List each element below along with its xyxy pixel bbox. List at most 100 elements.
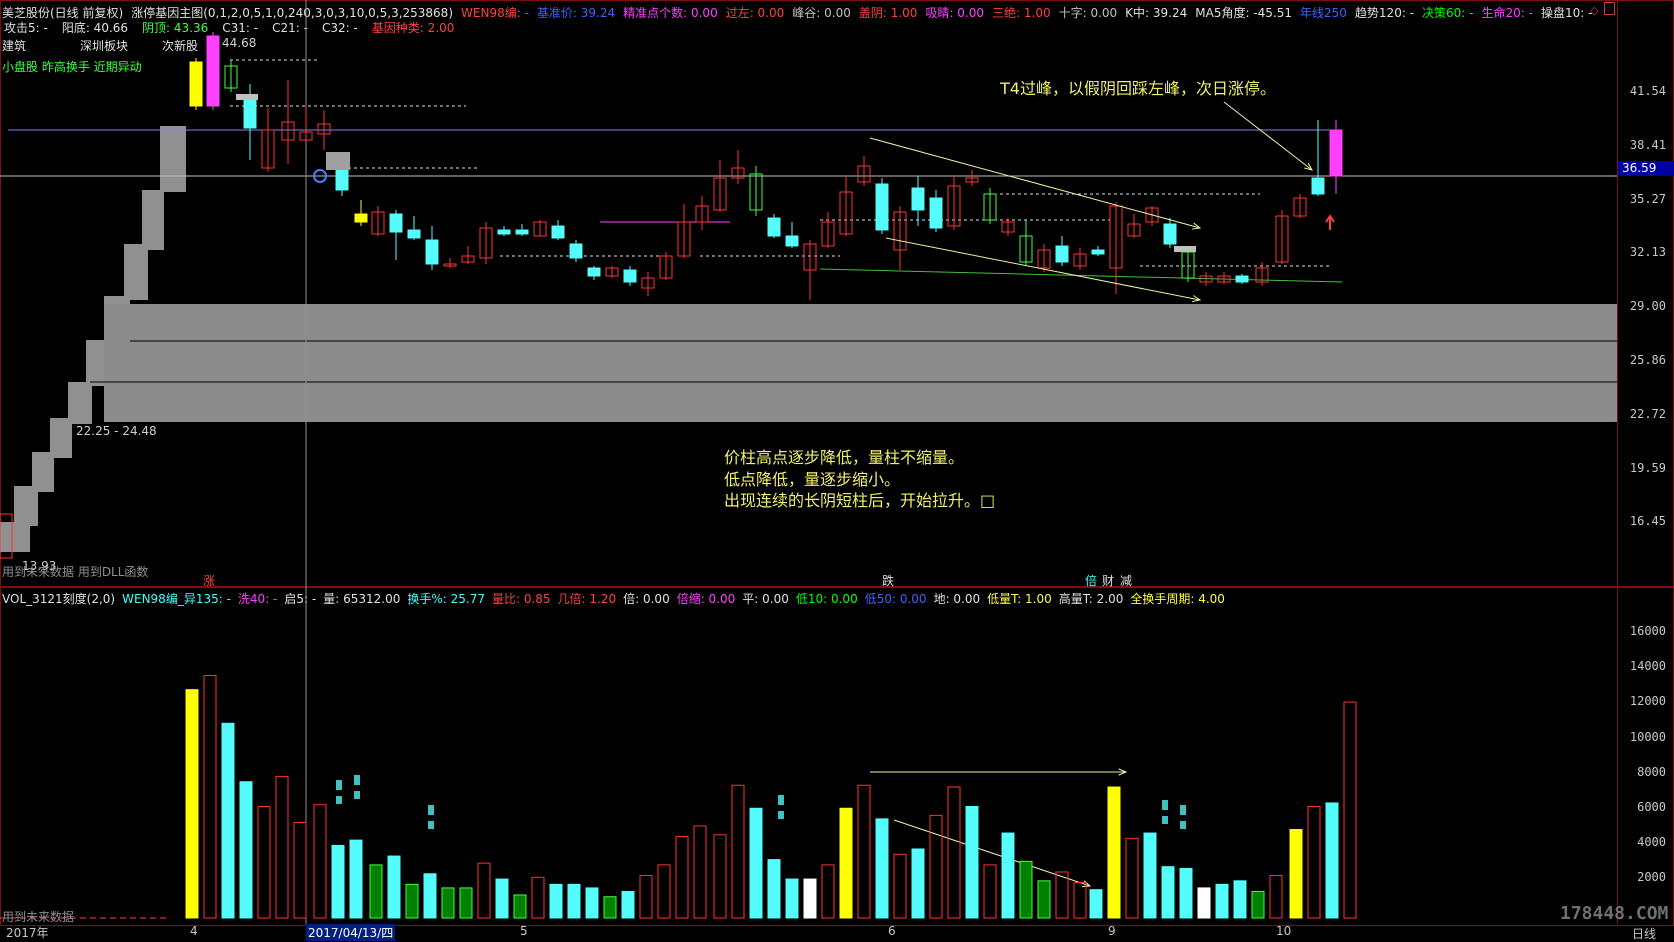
volume-tick: 16000 — [1629, 624, 1666, 638]
volume-bar — [731, 784, 745, 919]
volume-bar — [203, 675, 217, 919]
header-field: 几倍: 1.20 — [557, 592, 617, 606]
volume-tick: 14000 — [1629, 659, 1666, 674]
date-tick: 9 — [1108, 924, 1116, 938]
watermark: 178448.COM — [1560, 903, 1669, 924]
candle — [206, 35, 220, 107]
volume-bar — [513, 894, 527, 919]
candle — [243, 95, 257, 129]
volume-bar — [313, 804, 327, 919]
volume-bar — [621, 890, 635, 919]
signal-mark — [1180, 805, 1186, 815]
header-field: VOL_3121刻度(2,0) — [2, 592, 116, 606]
volume-bar — [1107, 786, 1121, 919]
signal-mark — [1162, 816, 1168, 824]
chip-block — [0, 522, 30, 552]
candle — [515, 229, 529, 235]
volume-bar — [657, 864, 671, 919]
volume-bar — [1289, 829, 1303, 919]
note-line-2: 低点降低，量逐步缩小。 — [724, 470, 901, 489]
volume-bar — [495, 878, 509, 919]
candle — [569, 243, 583, 259]
candle — [326, 152, 350, 170]
low-trend-arrow — [885, 237, 1201, 301]
volume-bar — [585, 887, 599, 919]
chip-block — [124, 244, 148, 300]
volume-bar — [293, 821, 307, 919]
volume-bar — [965, 805, 979, 919]
volume-bar — [405, 883, 419, 919]
volume-bar — [185, 689, 199, 919]
header-field: WEN98编_异135: - — [122, 592, 231, 606]
volume-bar — [839, 807, 853, 919]
volume-bar — [875, 818, 889, 919]
header-field: 量比: 0.85 — [491, 592, 551, 606]
double-marker: 倍 — [1085, 574, 1098, 588]
volume-bar — [947, 786, 961, 919]
signal-mark — [354, 791, 360, 799]
volume-future-note: 用到未来数据 — [2, 910, 75, 924]
volume-bar — [387, 855, 401, 919]
peak-price-label: 44.68 — [222, 36, 257, 50]
volume-bar — [1089, 889, 1103, 919]
header-field: 洗40: - — [237, 592, 278, 606]
current-price-badge: 36.59 — [1618, 161, 1674, 176]
volume-bar — [369, 864, 383, 919]
volume-bar — [1073, 882, 1087, 919]
candle — [1329, 129, 1343, 177]
price-tick: 29.00 — [1629, 299, 1666, 314]
volume-bar — [221, 722, 235, 919]
header-field: 低50: 0.00 — [864, 592, 927, 606]
volume-bar — [911, 848, 925, 919]
header-field: 量: 65312.00 — [323, 592, 401, 606]
header-field: 全换手周期: 4.00 — [1130, 592, 1225, 606]
volume-bar — [639, 875, 653, 919]
candle — [875, 183, 889, 231]
volume-tick: 4000 — [1637, 835, 1666, 850]
note-line-1: 价柱高点逐步降低，量柱不缩量。 — [724, 448, 965, 467]
support-line — [819, 268, 1343, 283]
chip-block — [160, 126, 186, 192]
volume-bar — [893, 853, 907, 919]
volume-bar — [1343, 701, 1357, 919]
candle — [911, 187, 925, 211]
price-tick: 35.27 — [1629, 191, 1666, 206]
candle — [407, 229, 421, 239]
candle — [587, 267, 601, 277]
header-field: 低量T: 1.00 — [987, 592, 1052, 606]
volume-header: VOL_3121刻度(2,0) WEN98编_异135: - 洗40: - 启5: -… — [2, 590, 1232, 607]
volume-tick: 2000 — [1637, 870, 1666, 885]
note-line-3: 出现连续的长阴短柱后，开始拉升。□ — [724, 491, 996, 510]
candle — [389, 213, 403, 233]
volume-bar — [1161, 866, 1175, 919]
volume-bar — [459, 887, 473, 919]
volume-bar — [929, 814, 943, 919]
volume-bar — [1055, 871, 1069, 919]
price-tick: 25.86 — [1629, 353, 1666, 367]
price-tick: 41.54 — [1629, 84, 1666, 98]
signal-mark — [1180, 821, 1186, 829]
volume-bar — [785, 878, 799, 919]
period-label[interactable]: 日线 — [1632, 925, 1656, 942]
volume-bar — [675, 836, 689, 919]
volume-bar — [857, 784, 871, 919]
candle — [1091, 249, 1105, 255]
chip-band — [104, 304, 1617, 422]
signal-mark — [1162, 800, 1168, 810]
header-field: 启5: - — [284, 592, 317, 606]
candle — [551, 225, 565, 239]
signal-mark — [428, 805, 434, 815]
candle — [767, 217, 781, 237]
price-tick: 32.13 — [1629, 245, 1666, 260]
price-tick: 16.45 — [1629, 514, 1666, 529]
candle — [236, 94, 258, 100]
volume-bar — [257, 805, 271, 919]
volume-bar — [549, 883, 563, 919]
volume-bar — [767, 859, 781, 919]
signal-mark — [778, 811, 784, 819]
reduce-marker: 减 — [1120, 574, 1133, 588]
candle — [335, 169, 349, 191]
volume-bar — [1269, 875, 1283, 919]
price-tick: 38.41 — [1629, 137, 1666, 152]
t4-annotation: T4过峰，以假阴回踩左峰，次日涨停。 — [1000, 79, 1276, 98]
